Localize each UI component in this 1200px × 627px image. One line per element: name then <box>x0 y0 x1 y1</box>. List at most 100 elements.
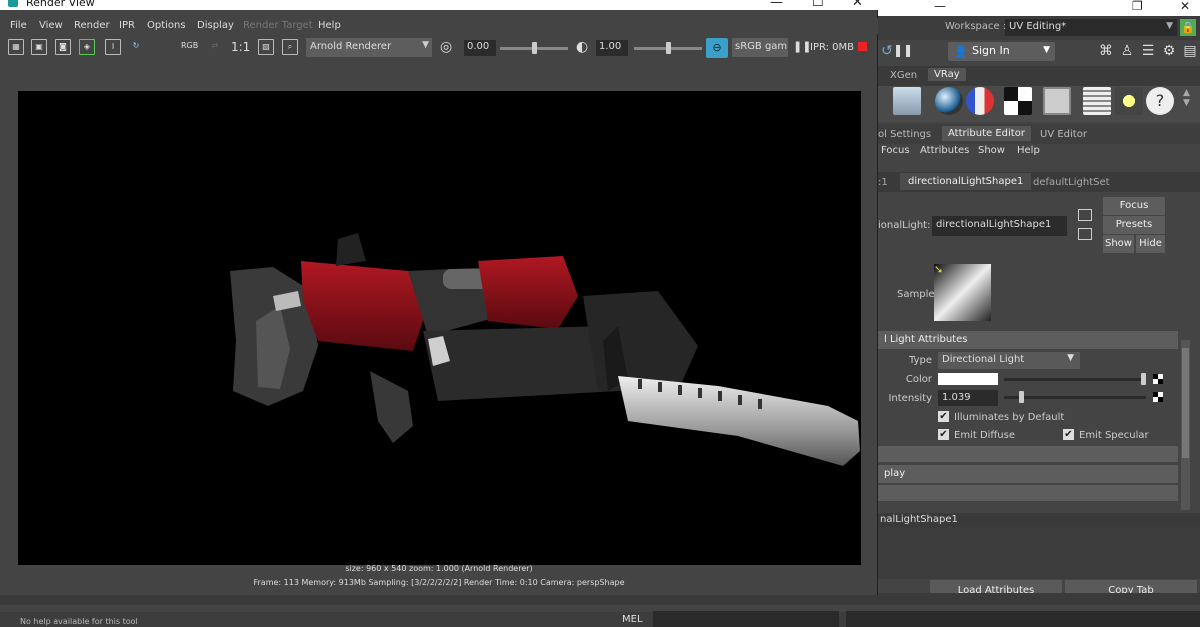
close-icon[interactable]: ✕ <box>852 0 863 10</box>
intensity-slider[interactable] <box>1004 396 1146 399</box>
menu-options[interactable]: Options <box>147 20 186 31</box>
menu-render[interactable]: Render <box>74 20 110 31</box>
exposure-field[interactable]: 0.00 <box>464 40 496 56</box>
tab-uv-editor[interactable]: UV Editor <box>1040 129 1087 140</box>
type-label: Type <box>909 355 932 366</box>
render-region-icon[interactable]: ▣ <box>31 39 47 55</box>
vray-flag-icon[interactable] <box>966 87 994 115</box>
shelf-scroll-icon[interactable]: ▲ ▼ <box>1183 88 1190 108</box>
ipr-render-icon[interactable]: ◈ <box>79 39 95 55</box>
fit-frame-icon[interactable]: ▧ <box>258 39 274 55</box>
section-light-title: l Light Attributes <box>884 334 968 345</box>
shelf-tab-vray[interactable]: VRay <box>928 68 966 81</box>
ipr-tune-icon[interactable]: ↻ <box>128 39 144 55</box>
minimize-icon[interactable]: — <box>934 0 946 13</box>
renderer-select[interactable]: Arnold Renderer ▼ <box>306 38 432 57</box>
emit-specular-checkbox[interactable]: ✔ <box>1063 429 1074 440</box>
color-slider[interactable] <box>1004 378 1146 381</box>
channel-box-icon[interactable]: ▤ <box>1181 42 1199 60</box>
ae-menu-help[interactable]: Help <box>1017 145 1040 156</box>
menu-view[interactable]: View <box>39 20 63 31</box>
render-settings-icon[interactable] <box>1083 87 1111 115</box>
color-management-icon[interactable]: ⊖ <box>706 38 728 58</box>
ae-menu-show[interactable]: Show <box>978 145 1005 156</box>
section-light-attributes[interactable]: l Light Attributes <box>878 331 1178 349</box>
section-collapsed[interactable] <box>878 446 1178 462</box>
close-icon[interactable]: ✕ <box>1180 0 1190 13</box>
zoom-region-icon[interactable]: ⌕ <box>282 39 298 55</box>
character-icon[interactable]: ♙ <box>1118 42 1136 60</box>
node-tab-light-set[interactable]: defaultLightSet <box>1033 177 1110 188</box>
intensity-slider-knob[interactable] <box>1018 391 1024 403</box>
help-icon[interactable]: ? <box>1146 87 1174 115</box>
gamma-icon: ◐ <box>576 39 589 55</box>
light-bulb-icon[interactable] <box>1115 87 1143 115</box>
tool-settings-icon[interactable]: ⚙ <box>1160 42 1178 60</box>
workspace-select[interactable]: UV Editing* ▼ <box>1005 19 1177 36</box>
vray-material-icon[interactable] <box>935 87 963 115</box>
presets-button[interactable]: Presets <box>1103 216 1165 234</box>
vray-sky-icon[interactable] <box>893 87 921 115</box>
menu-help[interactable]: Help <box>318 20 341 31</box>
chevron-down-icon: ▼ <box>1166 21 1173 31</box>
intensity-field[interactable]: 1.039 <box>938 390 998 406</box>
ae-menu-focus[interactable]: Focus <box>881 145 910 156</box>
section-collapsed[interactable] <box>878 485 1178 501</box>
render-canvas[interactable] <box>18 91 861 565</box>
notes-label: nalLightShape1 <box>878 513 1200 527</box>
pause-icon[interactable]: ❚❚ <box>893 43 913 57</box>
tab-tool-settings[interactable]: ol Settings <box>878 129 931 140</box>
frame-buffer-icon[interactable] <box>1043 87 1071 115</box>
ipr-refresh-icon[interactable]: I <box>105 39 121 55</box>
snapshot-icon[interactable]: ◙ <box>55 39 71 55</box>
shelf-tab-xgen[interactable]: XGen <box>890 70 917 81</box>
rgb-channels-icon[interactable]: RGB <box>181 39 198 55</box>
node-tab-transform[interactable]: :1 <box>878 177 888 188</box>
type-select[interactable]: Directional Light ▼ <box>938 352 1080 369</box>
checker-icon[interactable] <box>1004 87 1032 115</box>
ipr-pause-icon[interactable]: ❚❚ <box>793 40 811 53</box>
map-button-icon[interactable] <box>1153 374 1163 384</box>
gamma-field[interactable]: 1.00 <box>596 40 628 56</box>
tab-attribute-editor[interactable]: Attribute Editor <box>942 126 1031 141</box>
show-button[interactable]: Show <box>1103 235 1134 253</box>
hide-button[interactable]: Hide <box>1136 235 1165 253</box>
sign-in-button[interactable]: 👤 Sign In ▼ <box>948 42 1055 61</box>
modeling-toolkit-icon[interactable]: ⌘ <box>1097 42 1115 60</box>
restore-icon[interactable]: ❐ <box>1132 0 1143 13</box>
select-input-icon[interactable] <box>1078 209 1092 221</box>
render-view-title-bar <box>0 0 878 10</box>
notes-area[interactable] <box>878 527 1200 579</box>
gamma-slider-knob[interactable] <box>666 42 671 54</box>
maya-logo-icon <box>8 0 18 7</box>
menu-display[interactable]: Display <box>197 20 234 31</box>
maximize-icon[interactable]: ☐ <box>812 0 824 10</box>
render-info-size: size: 960 x 540 zoom: 1.000 (Arnold Rend… <box>345 564 533 573</box>
color-swatch[interactable] <box>938 373 998 385</box>
sign-in-label: Sign In <box>972 44 1010 57</box>
map-button-icon[interactable] <box>1153 392 1163 402</box>
illuminates-checkbox[interactable]: ✔ <box>938 411 949 422</box>
view-transform-select[interactable]: sRGB gamm <box>732 38 788 57</box>
color-slider-knob[interactable] <box>1141 373 1146 385</box>
mel-command-field[interactable] <box>653 611 839 627</box>
section-display[interactable]: play <box>878 465 1178 483</box>
exposure-slider-knob[interactable] <box>532 42 537 54</box>
attribute-editor-icon[interactable]: ☰ <box>1139 42 1157 60</box>
node-tab-light-shape[interactable]: directionalLightShape1 <box>900 173 1032 190</box>
focus-button[interactable]: Focus <box>1103 197 1165 215</box>
menu-file[interactable]: File <box>10 20 27 31</box>
minimize-icon[interactable]: — <box>770 0 783 10</box>
emit-diffuse-checkbox[interactable]: ✔ <box>938 429 949 440</box>
menu-ipr[interactable]: IPR <box>119 20 135 31</box>
redo-render-icon[interactable]: ▦ <box>8 39 24 55</box>
select-output-icon[interactable] <box>1078 228 1092 240</box>
ipr-stop-icon[interactable] <box>858 42 867 51</box>
mel-label[interactable]: MEL <box>622 614 643 625</box>
ae-scrollbar-thumb[interactable] <box>1182 348 1189 458</box>
light-name-field[interactable]: directionalLightShape1 <box>932 216 1067 236</box>
lock-icon[interactable]: 🔒 <box>1180 19 1196 36</box>
ae-menu-attributes[interactable]: Attributes <box>920 145 969 156</box>
real-size-button[interactable]: 1:1 <box>231 40 250 54</box>
renderer-value: Arnold Renderer <box>310 41 392 52</box>
